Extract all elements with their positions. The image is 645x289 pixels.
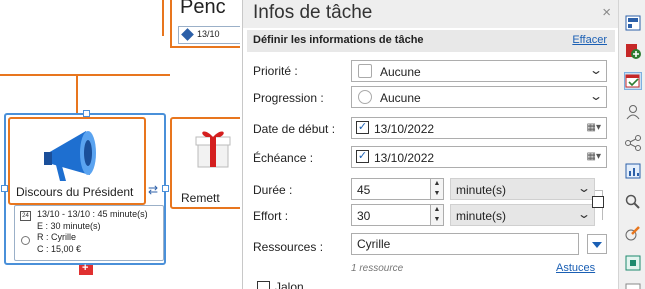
priority-label: Priorité : xyxy=(253,64,298,78)
topic-title: Penc xyxy=(180,0,226,18)
topic-node-selected[interactable]: Discours du Président 24 13/10 - 13/10 :… xyxy=(1,110,169,265)
tips-link[interactable]: Astuces xyxy=(556,262,595,274)
progress-swatch-icon xyxy=(358,90,372,104)
pen-icon[interactable] xyxy=(624,224,642,242)
swap-icon[interactable]: ⇄ xyxy=(148,183,158,197)
priority-value: Aucune xyxy=(380,65,421,79)
calendar-dropdown-icon[interactable]: ▦▾ xyxy=(587,122,601,133)
start-date-checkbox[interactable]: ✓ xyxy=(356,121,369,134)
due-date-label: Échéance : xyxy=(253,151,314,165)
share-icon[interactable] xyxy=(624,134,642,152)
start-date-value: 13/10/2022 xyxy=(374,122,435,136)
pane-header: Infos de tâche × xyxy=(243,0,619,28)
calendar-dropdown-icon[interactable]: ▦▾ xyxy=(587,151,601,162)
flag-icon xyxy=(79,262,93,275)
section-header: Définir les informations de tâche Efface… xyxy=(247,30,615,52)
calendar-icon: 24 xyxy=(20,211,31,221)
duration-unit-select[interactable]: minute(s) ⌄ xyxy=(450,178,595,200)
progress-value: Aucune xyxy=(380,91,421,105)
close-icon[interactable]: × xyxy=(602,4,611,21)
effort-unit: minute(s) xyxy=(456,209,507,223)
topic-node-remettre[interactable]: Remett xyxy=(170,117,240,209)
section-title: Définir les informations de tâche xyxy=(253,34,424,46)
side-toolbar xyxy=(618,0,645,289)
effort-input[interactable]: 30 xyxy=(351,204,431,226)
resources-input[interactable]: Cyrille xyxy=(351,233,579,255)
resources-dropdown-button[interactable] xyxy=(587,234,607,254)
resources-label: Ressources : xyxy=(253,240,324,254)
connector-line xyxy=(76,76,78,113)
due-date-checkbox[interactable]: ✓ xyxy=(356,150,369,163)
link-toggle[interactable] xyxy=(592,196,604,208)
chevron-down-icon: ⌄ xyxy=(576,207,592,221)
due-date-field[interactable]: ✓ 13/10/2022 ▦▾ xyxy=(351,146,607,168)
duration-label: Durée : xyxy=(253,183,293,197)
milestone-icon xyxy=(181,28,194,41)
mind-map-canvas[interactable]: Penc 13/10 Discours du Président 24 13/1… xyxy=(0,0,240,289)
topic-label: Remett xyxy=(181,191,220,205)
progress-label: Progression : xyxy=(253,91,324,105)
add-icon[interactable] xyxy=(624,42,642,60)
topic-task-info[interactable]: 13/10 xyxy=(178,26,240,44)
topic-label: Discours du Président xyxy=(16,185,134,199)
chart-icon[interactable] xyxy=(624,162,642,180)
megaphone-icon xyxy=(44,131,96,181)
task-effort: E : 30 minute(s) xyxy=(37,220,101,231)
resources-value: Cyrille xyxy=(357,237,391,251)
milestone-checkbox[interactable] xyxy=(257,281,270,289)
chevron-down-icon: ⌄ xyxy=(576,181,592,195)
task-dates: 13/10 - 13/10 : 45 minute(s) xyxy=(37,209,148,219)
resize-handle[interactable] xyxy=(1,185,8,192)
task-cost: C : 15,00 € xyxy=(37,243,82,254)
connector-line xyxy=(0,74,170,76)
duration-spinner[interactable]: ▲ ▼ xyxy=(430,178,444,200)
task-resource: R : Cyrille xyxy=(37,232,77,242)
extra-icon[interactable] xyxy=(624,280,642,289)
fit-icon[interactable] xyxy=(624,254,642,272)
duration-unit: minute(s) xyxy=(456,183,507,197)
format-icon[interactable] xyxy=(624,14,642,32)
chevron-down-icon: ⌄ xyxy=(588,89,604,103)
task-info-pane: Infos de tâche × Définir les information… xyxy=(242,0,619,289)
person-icon[interactable] xyxy=(624,103,642,121)
gift-icon xyxy=(195,131,231,168)
effort-unit-select[interactable]: minute(s) ⌄ xyxy=(450,204,595,226)
due-date-value: 13/10/2022 xyxy=(374,151,435,165)
milestone-label: Jalon xyxy=(275,280,304,289)
resize-handle[interactable] xyxy=(83,110,90,117)
task-icon[interactable] xyxy=(624,72,642,90)
priority-select[interactable]: Aucune ⌄ xyxy=(351,60,607,82)
search-icon[interactable] xyxy=(624,193,642,211)
start-date-field[interactable]: ✓ 13/10/2022 ▦▾ xyxy=(351,117,607,139)
effort-value: 30 xyxy=(357,209,371,223)
resize-handle[interactable] xyxy=(162,185,169,192)
start-date-label: Date de début : xyxy=(253,122,336,136)
connector-line xyxy=(162,0,164,36)
effort-label: Effort : xyxy=(253,209,289,223)
clear-link[interactable]: Effacer xyxy=(572,34,607,46)
topic-date: 13/10 xyxy=(197,29,220,39)
person-icon xyxy=(21,236,30,245)
priority-swatch-icon xyxy=(358,64,372,78)
duration-value: 45 xyxy=(357,183,371,197)
effort-spinner[interactable]: ▲ ▼ xyxy=(430,204,444,226)
resources-count: 1 ressource xyxy=(351,263,404,274)
pane-title: Infos de tâche xyxy=(253,2,373,23)
progress-select[interactable]: Aucune ⌄ xyxy=(351,86,607,108)
duration-input[interactable]: 45 xyxy=(351,178,431,200)
app-window: Penc 13/10 Discours du Président 24 13/1… xyxy=(0,0,645,289)
task-info-panel[interactable]: 24 13/10 - 13/10 : 45 minute(s) E : 30 m… xyxy=(14,205,164,261)
topic-node-top[interactable]: Penc 13/10 xyxy=(170,0,240,48)
chevron-down-icon: ⌄ xyxy=(588,63,604,77)
